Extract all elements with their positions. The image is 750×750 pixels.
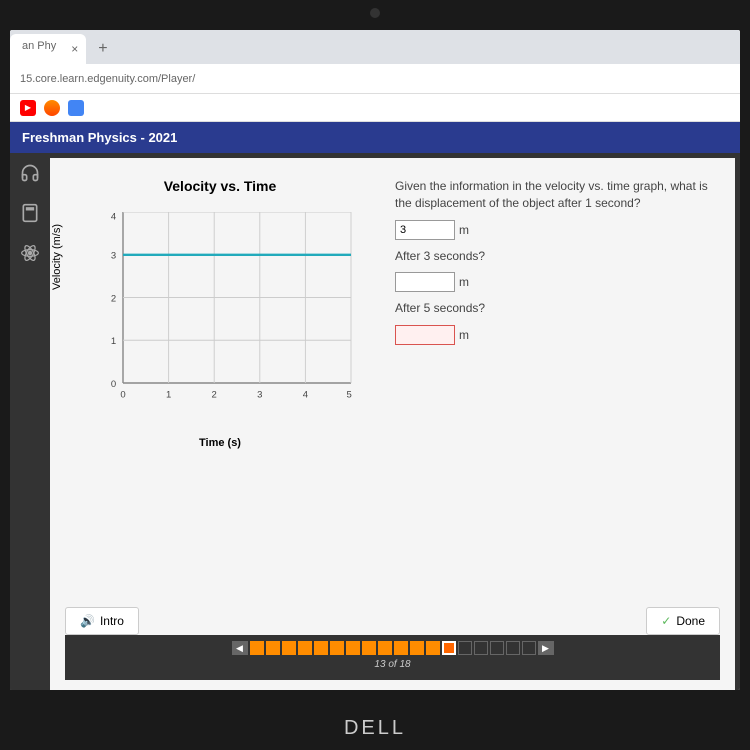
progress-step[interactable] [410, 641, 424, 655]
atom-icon[interactable] [20, 243, 40, 268]
svg-text:1: 1 [166, 389, 171, 400]
main-panel: Velocity vs. Time Velocity (m/s) [50, 158, 735, 690]
chart-container: Velocity (m/s) [65, 202, 375, 432]
svg-text:4: 4 [111, 212, 116, 223]
unit-label: m [459, 223, 469, 237]
progress-step[interactable] [458, 641, 472, 655]
next-button[interactable]: ▶ [538, 641, 554, 655]
tab-title: an Phy [22, 40, 56, 52]
answer-input-2[interactable] [395, 272, 455, 292]
url-bar[interactable]: 15.core.learn.edgenuity.com/Player/ [10, 64, 740, 94]
question-3-label: After 5 seconds? [395, 300, 720, 317]
answer-input-3[interactable] [395, 325, 455, 345]
svg-text:1: 1 [111, 336, 116, 347]
question-section: Given the information in the velocity vs… [395, 178, 720, 587]
document-icon[interactable] [68, 100, 84, 116]
answer-row-1: m [395, 220, 720, 240]
intro-label: Intro [100, 614, 124, 628]
progress-bar: ◀ [65, 635, 720, 680]
unit-label: m [459, 275, 469, 289]
svg-text:2: 2 [212, 389, 217, 400]
progress-step-current[interactable] [442, 641, 456, 655]
progress-step[interactable] [378, 641, 392, 655]
progress-step[interactable] [394, 641, 408, 655]
plot-area: 0 1 2 3 4 0 1 2 3 4 [100, 212, 355, 402]
progress-step[interactable] [362, 641, 376, 655]
progress-step[interactable] [282, 641, 296, 655]
svg-text:0: 0 [111, 379, 116, 390]
calculator-icon[interactable] [20, 203, 40, 228]
progress-step[interactable] [474, 641, 488, 655]
svg-text:3: 3 [111, 251, 116, 262]
dell-logo: DELL [344, 717, 406, 740]
progress-step[interactable] [314, 641, 328, 655]
chart-section: Velocity vs. Time Velocity (m/s) [65, 178, 375, 587]
progress-step[interactable] [250, 641, 264, 655]
progress-step[interactable] [298, 641, 312, 655]
progress-step[interactable] [266, 641, 280, 655]
check-icon: ✓ [661, 614, 671, 628]
course-header: Freshman Physics - 2021 [10, 122, 740, 153]
done-button[interactable]: ✓ Done [646, 607, 720, 635]
content-area: Velocity vs. Time Velocity (m/s) [10, 153, 740, 690]
youtube-icon[interactable]: ▶ [20, 100, 36, 116]
bottom-controls: 🔊 Intro ✓ Done [65, 587, 720, 635]
progress-step[interactable] [506, 641, 520, 655]
unit-label: m [459, 328, 469, 342]
svg-text:5: 5 [346, 389, 351, 400]
x-axis-label: Time (s) [65, 437, 375, 449]
done-label: Done [676, 614, 705, 628]
progress-step[interactable] [346, 641, 360, 655]
answer-row-3: m [395, 325, 720, 345]
speaker-icon: 🔊 [80, 614, 95, 628]
work-area: Velocity vs. Time Velocity (m/s) [65, 178, 720, 587]
question-text: Given the information in the velocity vs… [395, 178, 720, 212]
intro-button[interactable]: 🔊 Intro [65, 607, 139, 635]
basketball-icon[interactable] [44, 100, 60, 116]
svg-text:4: 4 [303, 389, 308, 400]
prev-button[interactable]: ◀ [232, 641, 248, 655]
screen: an Phy × + 15.core.learn.edgenuity.com/P… [10, 30, 740, 690]
webcam [370, 8, 380, 18]
close-icon[interactable]: × [71, 42, 78, 56]
progress-text: 13 of 18 [65, 659, 720, 670]
bookmarks-bar: ▶ [10, 94, 740, 122]
progress-step[interactable] [522, 641, 536, 655]
browser-tabs: an Phy × + [10, 30, 740, 64]
progress-step[interactable] [426, 641, 440, 655]
progress-step[interactable] [330, 641, 344, 655]
answer-row-2: m [395, 272, 720, 292]
browser-tab[interactable]: an Phy × [10, 34, 86, 64]
progress-step[interactable] [490, 641, 504, 655]
velocity-chart: 0 1 2 3 4 0 1 2 3 4 [100, 212, 355, 402]
svg-text:3: 3 [257, 389, 262, 400]
headphones-icon[interactable] [20, 163, 40, 188]
chart-title: Velocity vs. Time [65, 178, 375, 194]
svg-text:0: 0 [120, 389, 125, 400]
left-toolbar [10, 153, 50, 690]
y-axis-label: Velocity (m/s) [51, 224, 63, 290]
new-tab-button[interactable]: + [86, 34, 119, 64]
answer-input-1[interactable] [395, 220, 455, 240]
url-text: 15.core.learn.edgenuity.com/Player/ [20, 73, 195, 85]
progress-row: ◀ [65, 641, 720, 655]
question-2-label: After 3 seconds? [395, 248, 720, 265]
svg-text:2: 2 [111, 293, 116, 304]
